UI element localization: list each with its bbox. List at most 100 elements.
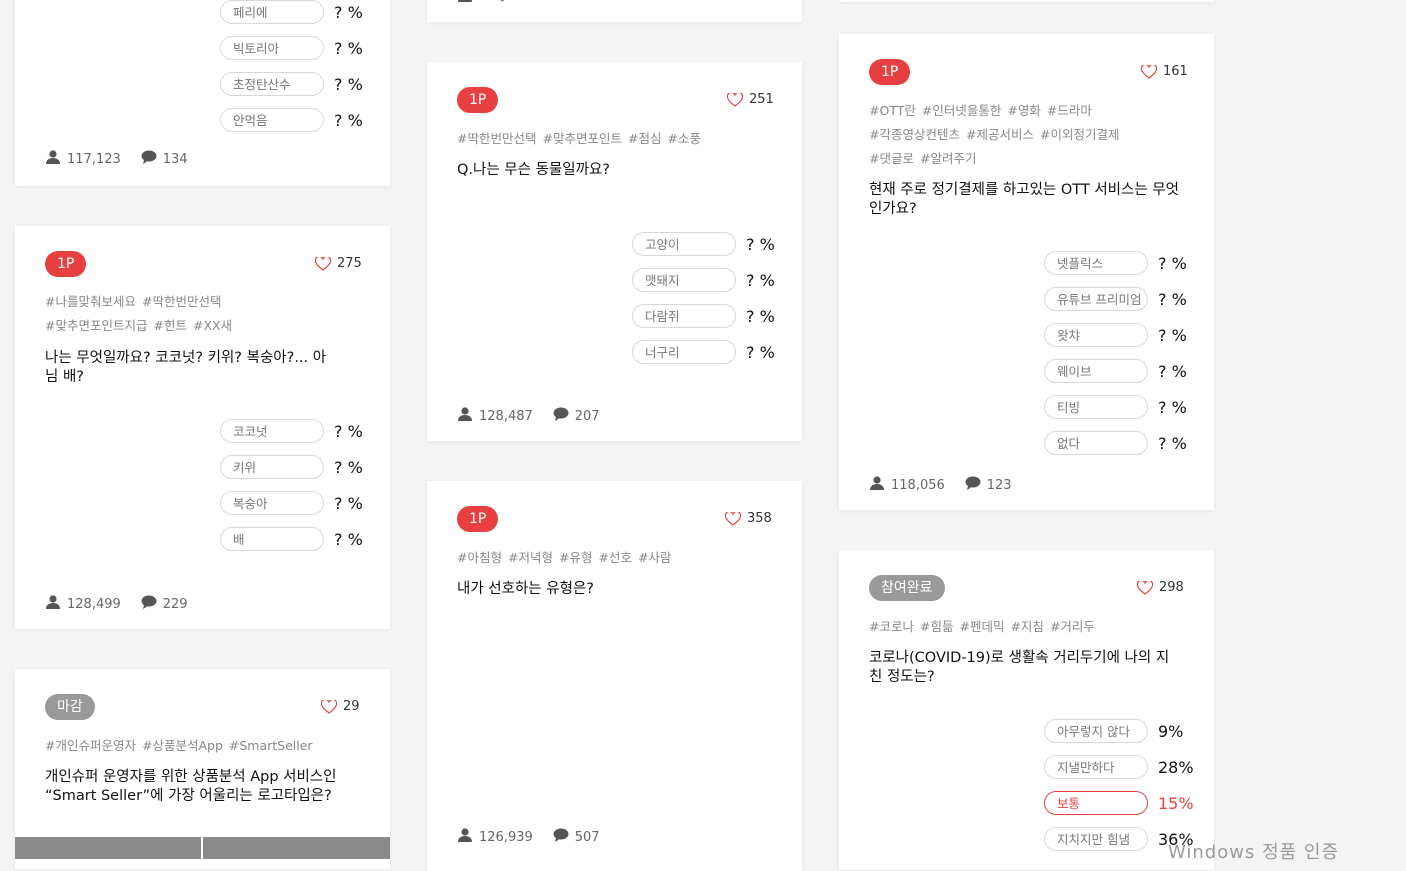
option-label[interactable]: 유튜브 프리미엄 (1044, 287, 1148, 311)
poll-option[interactable]: 티빙 ? % (1044, 394, 1187, 420)
poll-option[interactable]: 고양이 ? % (632, 231, 775, 257)
hashtag[interactable]: #거리두 (1050, 619, 1095, 634)
hashtag[interactable]: #힘듦 (920, 619, 953, 634)
hashtag[interactable]: #나를맞춰보세요 (45, 294, 136, 309)
poll-option[interactable]: 아무렇지 않다 9% (1044, 718, 1194, 744)
hashtag[interactable]: #알려주기 (920, 151, 976, 166)
option-label[interactable]: 빅토리아 (220, 36, 324, 60)
hashtag[interactable]: #영화 (1007, 103, 1040, 118)
option-label[interactable]: 다람쥐 (632, 304, 736, 328)
poll-option[interactable]: 지낼만하다 28% (1044, 754, 1194, 780)
poll-question[interactable]: 현재 주로 정기결제를 하고있는 OTT 서비스는 무엇인가요? (869, 181, 1179, 219)
poll-option[interactable]: 넷플릭스 ? % (1044, 250, 1187, 276)
hashtag[interactable]: #SmartSeller (229, 738, 313, 753)
poll-option-selected[interactable]: 보통 15% (1044, 790, 1194, 816)
poll-card-animal-guess[interactable]: 1P 251 #딱한번만선택 #맞추면포인트 #점심 #소풍 Q.나는 무슨 동물일까… (427, 62, 802, 441)
hashtag[interactable]: #점심 (628, 131, 661, 146)
poll-option[interactable]: 유튜브 프리미엄 ? % (1044, 286, 1187, 312)
poll-card-partial-top-right[interactable] (839, 0, 1214, 2)
hashtag[interactable]: #상품분석App (142, 738, 223, 753)
poll-option[interactable]: 코코넛 ? % (220, 418, 363, 444)
like-button[interactable]: 251 (727, 92, 774, 107)
option-label[interactable]: 복숭아 (220, 491, 324, 515)
option-label[interactable]: 고양이 (632, 232, 736, 256)
poll-card-partial-top[interactable] (427, 0, 802, 22)
comment-count: 123 (986, 477, 1012, 493)
option-label[interactable]: 티빙 (1044, 395, 1148, 419)
hashtag[interactable]: #딱한번만선택 (142, 294, 221, 309)
option-label[interactable]: 코코넛 (220, 419, 324, 443)
option-label[interactable]: 페리에 (220, 0, 324, 24)
hashtag[interactable]: #코로나 (869, 619, 914, 634)
poll-question[interactable]: Q.나는 무슨 동물일까요? (457, 161, 757, 180)
poll-question[interactable]: 코로나(COVID-19)로 생활속 거리두기에 나의 지친 정도는? (869, 649, 1179, 687)
hashtag[interactable]: #OTT란 (869, 103, 916, 118)
option-label[interactable]: 안먹음 (220, 108, 324, 132)
poll-question[interactable]: 개인슈퍼 운영자를 위한 상품분석 App 서비스인 “Smart Seller… (45, 768, 365, 806)
poll-option[interactable]: 빅토리아 ? % (220, 35, 363, 61)
poll-option[interactable]: 복숭아 ? % (220, 490, 363, 516)
poll-option[interactable]: 키위 ? % (220, 454, 363, 480)
comment-icon (965, 476, 981, 494)
like-button[interactable]: 298 (1137, 580, 1184, 595)
hashtag[interactable]: #딱한번만선택 (457, 131, 536, 146)
poll-option[interactable]: 웨이브 ? % (1044, 358, 1187, 384)
hashtag[interactable]: #맞추면포인트 (542, 131, 621, 146)
hashtag[interactable]: #드라마 (1047, 103, 1092, 118)
poll-option[interactable]: 페리에 ? % (220, 0, 363, 25)
hashtag[interactable]: #지침 (1010, 619, 1043, 634)
hashtag[interactable]: #저녁형 (508, 550, 553, 565)
hashtag[interactable]: #사람 (638, 550, 671, 565)
poll-option[interactable]: 초정탄산수 ? % (220, 71, 363, 97)
option-label[interactable]: 보통 (1044, 791, 1148, 815)
poll-option[interactable]: 배 ? % (220, 526, 363, 552)
hashtag[interactable]: #소풍 (667, 131, 700, 146)
option-label[interactable]: 넷플릭스 (1044, 251, 1148, 275)
hashtag[interactable]: #힌트 (153, 318, 186, 333)
poll-card-ott-service[interactable]: 1P 161 #OTT란 #인터넷을통한 #영화 #드라마 #각종영상컨텐츠 #제공서비… (839, 34, 1214, 510)
hashtag[interactable]: #이외정기결제 (1040, 127, 1119, 142)
poll-card-covid-fatigue[interactable]: 참여완료 298 #코로나 #힘듦 #펜데믹 #지침 #거리두 코로나(COVID-19… (839, 550, 1214, 870)
option-label[interactable]: 웨이브 (1044, 359, 1148, 383)
option-label[interactable]: 초정탄산수 (220, 72, 324, 96)
poll-card-fruit-guess[interactable]: 1P 275 #나를맞춰보세요 #딱한번만선택 #맞추면포인트지급 #힌트 #XX새 … (15, 226, 390, 629)
poll-option[interactable]: 다람쥐 ? % (632, 303, 775, 329)
option-label[interactable]: 배 (220, 527, 324, 551)
option-label[interactable]: 지낼만하다 (1044, 755, 1148, 779)
poll-option[interactable]: 너구리 ? % (632, 339, 775, 365)
hashtag[interactable]: #유형 (559, 550, 592, 565)
poll-question[interactable]: 나는 무엇일까요? 코코넛? 키위? 복숭아?... 아님 배? (45, 349, 335, 387)
like-button[interactable]: 275 (315, 256, 362, 271)
hashtag[interactable]: #XX새 (193, 318, 232, 333)
like-button[interactable]: 358 (725, 511, 772, 526)
poll-option[interactable]: 없다 ? % (1044, 430, 1187, 456)
hashtag[interactable]: #제공서비스 (966, 127, 1034, 142)
poll-card-sparkling-water[interactable]: 페리에 ? % 빅토리아 ? % 초정탄산수 ? % 안먹음 ? % 117,123 1… (15, 0, 390, 186)
poll-stats: 118,056 123 (869, 476, 1012, 494)
option-label[interactable]: 너구리 (632, 340, 736, 364)
poll-question[interactable]: 내가 선호하는 유형은? (457, 580, 757, 599)
hashtag[interactable]: #아침형 (457, 550, 502, 565)
hashtag[interactable]: #맞추면포인트지급 (45, 318, 147, 333)
option-label[interactable]: 맷돼지 (632, 268, 736, 292)
hashtag[interactable]: #개인슈퍼운영자 (45, 738, 136, 753)
poll-option[interactable]: 왓챠 ? % (1044, 322, 1187, 348)
like-button[interactable]: 161 (1141, 64, 1188, 79)
option-label[interactable]: 아무렇지 않다 (1044, 719, 1148, 743)
option-label[interactable]: 없다 (1044, 431, 1148, 455)
hashtag[interactable]: #댓글로 (869, 151, 914, 166)
hashtag[interactable]: #각종영상컨텐츠 (869, 127, 960, 142)
poll-option[interactable]: 안먹음 ? % (220, 107, 363, 133)
hashtag-list: #코로나 #힘듦 #펜데믹 #지침 #거리두 (869, 615, 1189, 639)
option-label[interactable]: 지치지만 힘냄 (1044, 827, 1148, 851)
hashtag[interactable]: #선호 (598, 550, 631, 565)
hashtag[interactable]: #펜데믹 (959, 619, 1004, 634)
like-button[interactable]: 29 (321, 699, 360, 714)
poll-card-smart-seller[interactable]: 마감 29 #개인슈퍼운영자 #상품분석App #SmartSeller 개인슈퍼 … (15, 669, 390, 869)
poll-card-preferred-type[interactable]: 1P 358 #아침형 #저녁형 #유형 #선호 #사람 내가 선호하는 유형은? 12… (427, 481, 802, 871)
hashtag[interactable]: #인터넷을통한 (922, 103, 1001, 118)
option-label[interactable]: 왓챠 (1044, 323, 1148, 347)
logo-option-images[interactable] (15, 837, 390, 859)
poll-option[interactable]: 맷돼지 ? % (632, 267, 775, 293)
option-label[interactable]: 키위 (220, 455, 324, 479)
